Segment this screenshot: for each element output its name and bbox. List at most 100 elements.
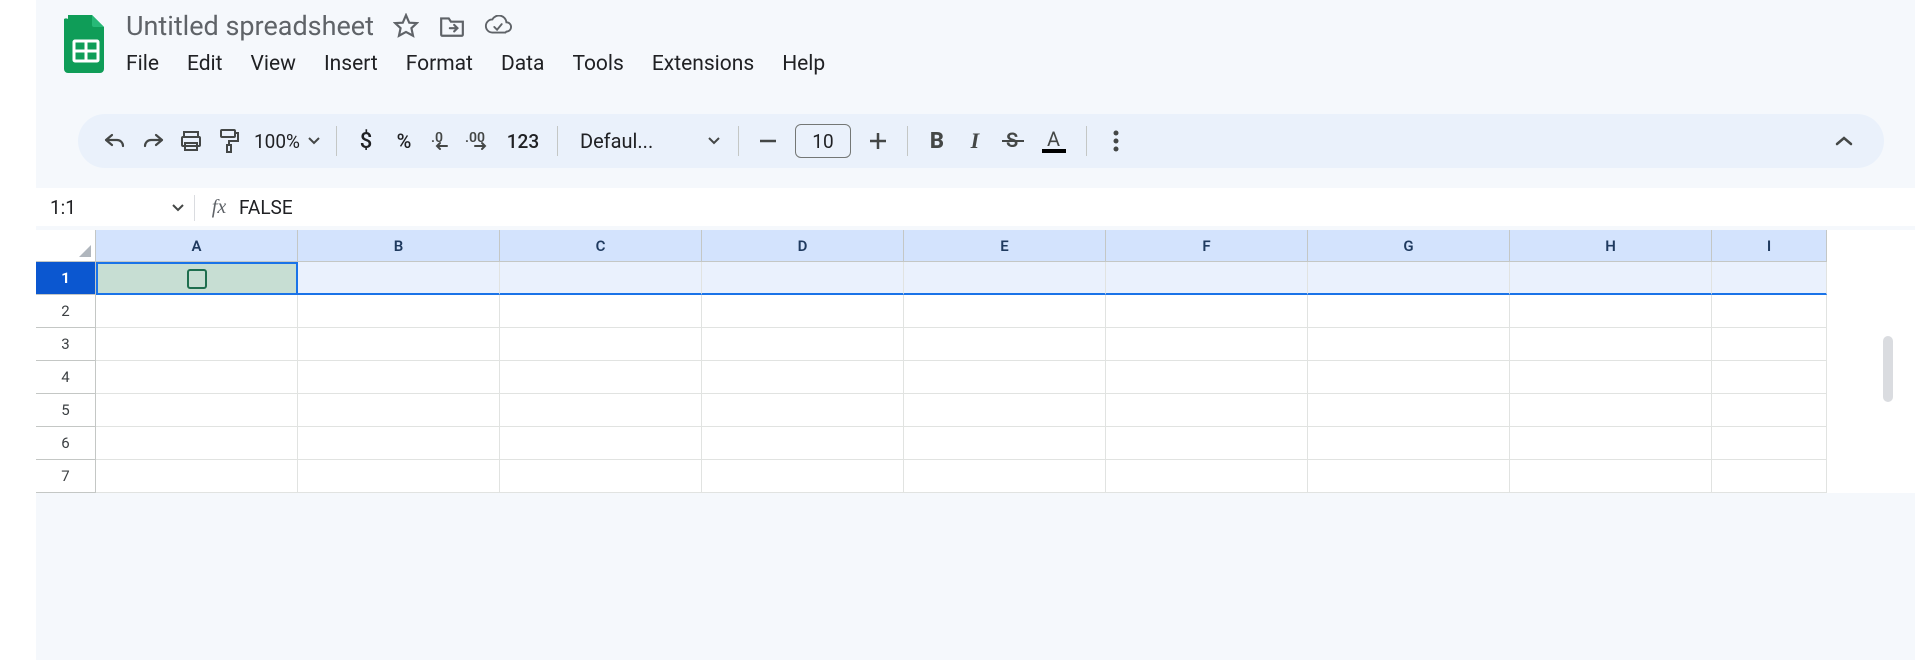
increase-decimal-button[interactable]: .00	[461, 122, 499, 160]
cell[interactable]	[96, 262, 298, 295]
strikethrough-button[interactable]: S	[994, 122, 1032, 160]
col-header[interactable]: I	[1712, 230, 1827, 262]
cell[interactable]	[1308, 262, 1510, 295]
cell[interactable]	[500, 328, 702, 361]
checkbox-icon[interactable]	[187, 269, 207, 289]
cell[interactable]	[1106, 361, 1308, 394]
cell[interactable]	[702, 427, 904, 460]
row-header[interactable]: 6	[36, 427, 96, 460]
row-header[interactable]: 7	[36, 460, 96, 493]
cell[interactable]	[1308, 361, 1510, 394]
menu-help[interactable]: Help	[782, 50, 825, 78]
col-header[interactable]: D	[702, 230, 904, 262]
col-header[interactable]: G	[1308, 230, 1510, 262]
cell[interactable]	[96, 394, 298, 427]
decrease-decimal-button[interactable]: .0	[423, 122, 461, 160]
cell[interactable]	[1712, 394, 1827, 427]
cell[interactable]	[298, 394, 500, 427]
cell[interactable]	[702, 262, 904, 295]
menu-file[interactable]: File	[126, 50, 159, 78]
cell[interactable]	[1106, 460, 1308, 493]
cell[interactable]	[500, 460, 702, 493]
cell[interactable]	[1106, 295, 1308, 328]
cell[interactable]	[298, 328, 500, 361]
cell[interactable]	[1712, 328, 1827, 361]
cell[interactable]	[904, 394, 1106, 427]
currency-button[interactable]: $	[347, 122, 385, 160]
cell[interactable]	[1712, 295, 1827, 328]
cell[interactable]	[500, 394, 702, 427]
cell[interactable]	[298, 295, 500, 328]
col-header[interactable]: A	[96, 230, 298, 262]
menu-tools[interactable]: Tools	[572, 50, 623, 78]
cell[interactable]	[1308, 427, 1510, 460]
cell[interactable]	[702, 361, 904, 394]
cell[interactable]	[1510, 328, 1712, 361]
cell[interactable]	[702, 460, 904, 493]
cell[interactable]	[500, 361, 702, 394]
cell[interactable]	[500, 262, 702, 295]
cell[interactable]	[96, 460, 298, 493]
cell[interactable]	[1510, 361, 1712, 394]
name-box[interactable]: 1:1	[44, 196, 194, 219]
cell[interactable]	[1510, 295, 1712, 328]
menu-data[interactable]: Data	[501, 50, 545, 78]
cell[interactable]	[298, 361, 500, 394]
cell[interactable]	[1712, 361, 1827, 394]
cell[interactable]	[1308, 328, 1510, 361]
cell[interactable]	[1106, 328, 1308, 361]
menu-view[interactable]: View	[251, 50, 296, 78]
cell[interactable]	[96, 328, 298, 361]
italic-button[interactable]: I	[956, 122, 994, 160]
cell[interactable]	[96, 361, 298, 394]
col-header[interactable]: F	[1106, 230, 1308, 262]
cell[interactable]	[1106, 262, 1308, 295]
cell[interactable]	[904, 295, 1106, 328]
sheets-logo[interactable]	[60, 10, 112, 78]
cell[interactable]	[298, 262, 500, 295]
cell[interactable]	[904, 262, 1106, 295]
name-box-dropdown-icon[interactable]	[172, 204, 184, 212]
menu-edit[interactable]: Edit	[187, 50, 223, 78]
font-select[interactable]: Defaul...	[568, 129, 728, 153]
collapse-toolbar-button[interactable]	[1826, 123, 1862, 159]
paint-format-button[interactable]	[210, 122, 248, 160]
decrease-font-button[interactable]	[749, 122, 787, 160]
vertical-scrollbar[interactable]	[1883, 336, 1893, 402]
cell[interactable]	[904, 328, 1106, 361]
more-toolbar-button[interactable]	[1097, 122, 1135, 160]
col-header[interactable]: E	[904, 230, 1106, 262]
increase-font-button[interactable]	[859, 122, 897, 160]
cell[interactable]	[1510, 394, 1712, 427]
cell[interactable]	[1308, 295, 1510, 328]
move-folder-icon[interactable]	[438, 12, 466, 40]
document-title[interactable]: Untitled spreadsheet	[126, 10, 374, 42]
menu-extensions[interactable]: Extensions	[652, 50, 754, 78]
zoom-select[interactable]: 100%	[248, 130, 326, 153]
cell[interactable]	[500, 295, 702, 328]
col-header[interactable]: C	[500, 230, 702, 262]
cloud-status-icon[interactable]	[484, 12, 512, 40]
cell[interactable]	[1308, 460, 1510, 493]
cell[interactable]	[1510, 427, 1712, 460]
cell[interactable]	[904, 427, 1106, 460]
row-header[interactable]: 4	[36, 361, 96, 394]
cell[interactable]	[1308, 394, 1510, 427]
more-formats-button[interactable]: 123	[499, 122, 547, 160]
cell[interactable]	[298, 460, 500, 493]
percent-button[interactable]: %	[385, 122, 423, 160]
row-header[interactable]: 5	[36, 394, 96, 427]
undo-button[interactable]	[96, 122, 134, 160]
col-header[interactable]: B	[298, 230, 500, 262]
row-header[interactable]: 2	[36, 295, 96, 328]
cell[interactable]	[500, 427, 702, 460]
cell[interactable]	[1106, 394, 1308, 427]
col-header[interactable]: H	[1510, 230, 1712, 262]
redo-button[interactable]	[134, 122, 172, 160]
cell[interactable]	[1712, 427, 1827, 460]
text-color-button[interactable]: A	[1032, 122, 1076, 160]
cell[interactable]	[702, 295, 904, 328]
print-button[interactable]	[172, 122, 210, 160]
star-icon[interactable]	[392, 12, 420, 40]
menu-format[interactable]: Format	[406, 50, 473, 78]
